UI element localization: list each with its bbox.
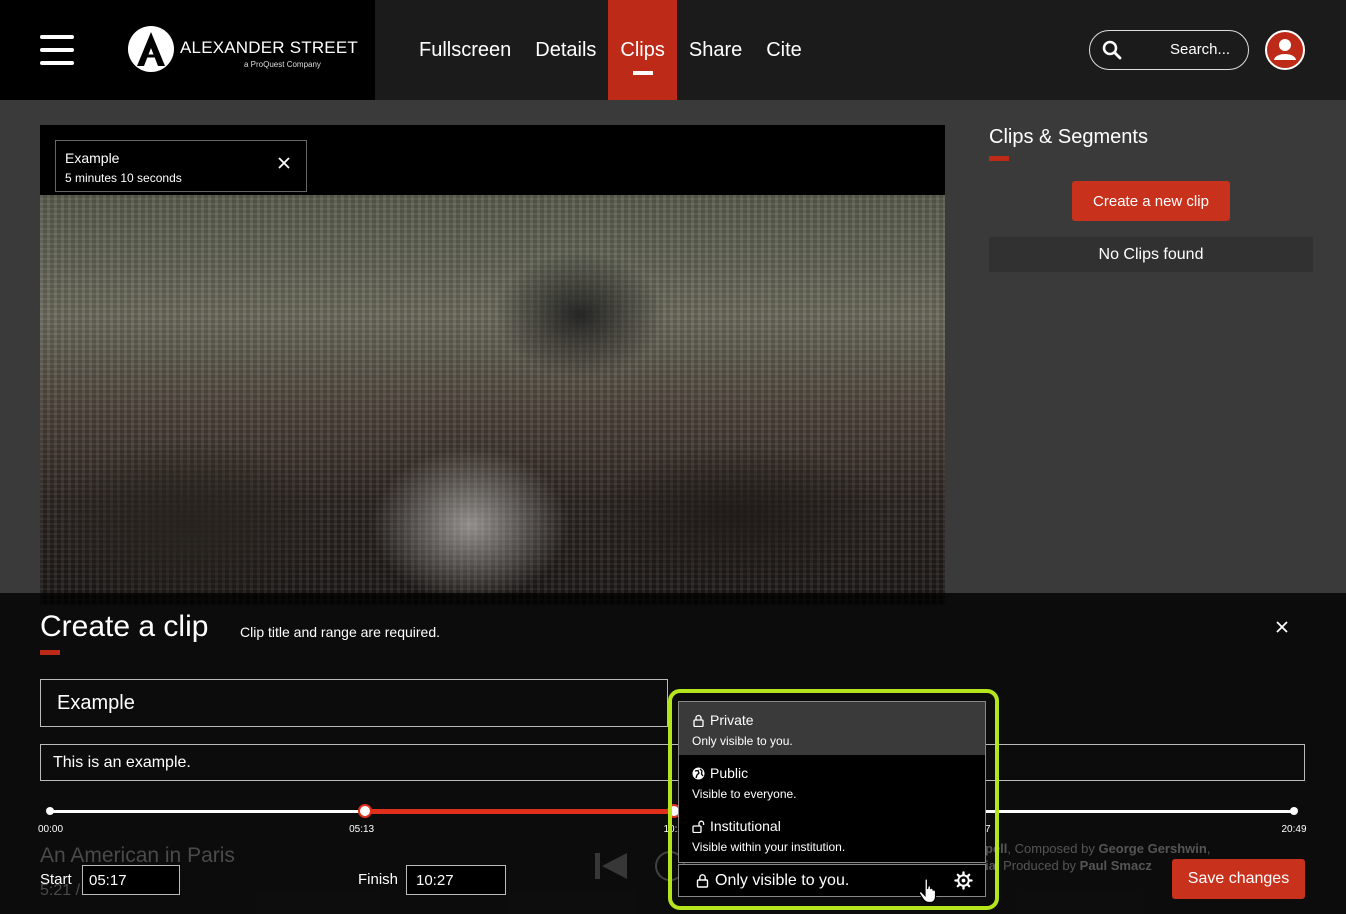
- credit-sep: ,: [1206, 841, 1211, 856]
- search-placeholder: Search...: [1170, 41, 1231, 58]
- option-label: Institutional: [710, 818, 781, 834]
- timeline-tick: 05:13: [349, 824, 375, 835]
- no-clips-message: No Clips found: [989, 237, 1313, 272]
- visibility-current-value: Only visible to you.: [715, 872, 850, 889]
- globe-icon: [692, 767, 705, 779]
- credit-role: , Produced by: [995, 858, 1080, 873]
- nav-share[interactable]: Share: [677, 0, 754, 100]
- clip-title-input[interactable]: [40, 679, 668, 727]
- title-underline: [989, 156, 1009, 161]
- selected-range: [365, 809, 674, 814]
- nav-fullscreen[interactable]: Fullscreen: [407, 0, 523, 100]
- save-changes-button[interactable]: Save changes: [1172, 859, 1305, 899]
- lock-icon: [696, 874, 709, 888]
- top-header: ALEXANDER STREET a ProQuest Company Full…: [0, 0, 1346, 100]
- range-start-handle[interactable]: [358, 804, 373, 818]
- clip-preview-tooltip: Example 5 minutes 10 seconds: [55, 140, 307, 192]
- menu-icon[interactable]: [40, 35, 74, 65]
- lock-icon: [693, 714, 704, 727]
- close-icon[interactable]: [276, 155, 292, 171]
- visibility-option-private[interactable]: Private Only visible to you.: [679, 702, 985, 755]
- page: ALEXANDER STREET a ProQuest Company Full…: [0, 0, 1346, 914]
- tooltip-title: Example: [65, 150, 120, 166]
- visibility-option-institutional[interactable]: Institutional Visible within your instit…: [679, 808, 985, 861]
- unlock-icon: [692, 820, 705, 833]
- option-description: Visible to everyone.: [692, 787, 797, 801]
- logo-mark-icon: [128, 26, 174, 72]
- user-avatar[interactable]: [1265, 30, 1305, 70]
- gear-icon[interactable]: [954, 871, 973, 890]
- visibility-option-public[interactable]: Public Visible to everyone.: [679, 755, 985, 808]
- header-brand-area: ALEXANDER STREET a ProQuest Company: [0, 0, 375, 100]
- timeline-start-dot: [46, 807, 54, 815]
- option-label: Public: [710, 765, 749, 781]
- timeline-end-dot: [1290, 807, 1298, 815]
- logo-tagline: a ProQuest Company: [244, 60, 321, 69]
- create-clip-title: Create a clip: [40, 610, 209, 643]
- main-nav: Fullscreen Details Clips Share Cite: [407, 0, 814, 100]
- pointer-hand-icon: [918, 878, 937, 904]
- tooltip-duration: 5 minutes 10 seconds: [65, 171, 182, 185]
- user-icon: [1274, 39, 1296, 60]
- nav-cite[interactable]: Cite: [754, 0, 814, 100]
- option-description: Visible within your institution.: [692, 840, 846, 854]
- search-icon: [1102, 40, 1122, 60]
- start-time-input[interactable]: [82, 865, 180, 895]
- producer-name[interactable]: Paul Smacz: [1080, 858, 1152, 873]
- nav-clips[interactable]: Clips: [608, 0, 677, 100]
- timeline-tick: 00:00: [38, 824, 64, 835]
- option-label: Private: [710, 712, 754, 728]
- logo[interactable]: ALEXANDER STREET a ProQuest Company: [128, 26, 358, 76]
- title-underline: [40, 650, 60, 655]
- clips-panel-title: Clips & Segments: [989, 126, 1148, 148]
- finish-label: Finish: [358, 871, 399, 888]
- create-clip-subtitle: Clip title and range are required.: [240, 624, 441, 640]
- nav-details[interactable]: Details: [523, 0, 608, 100]
- video-player[interactable]: [40, 125, 945, 605]
- close-icon[interactable]: [1274, 619, 1290, 635]
- composer-name[interactable]: George Gershwin: [1098, 841, 1206, 856]
- start-label: Start: [40, 871, 72, 888]
- credit-role: , Composed by: [1007, 841, 1099, 856]
- option-description: Only visible to you.: [692, 734, 793, 748]
- video-frame: [40, 195, 945, 605]
- timeline-tick: 20:49: [1281, 824, 1307, 835]
- finish-time-input[interactable]: [406, 865, 506, 895]
- search-box[interactable]: Search...: [1089, 30, 1249, 70]
- logo-name: ALEXANDER STREET: [180, 38, 358, 57]
- create-new-clip-button[interactable]: Create a new clip: [1072, 181, 1230, 221]
- visibility-dropdown-menu: Private Only visible to you. Public Visi…: [678, 701, 986, 863]
- skip-back-icon[interactable]: [593, 851, 629, 881]
